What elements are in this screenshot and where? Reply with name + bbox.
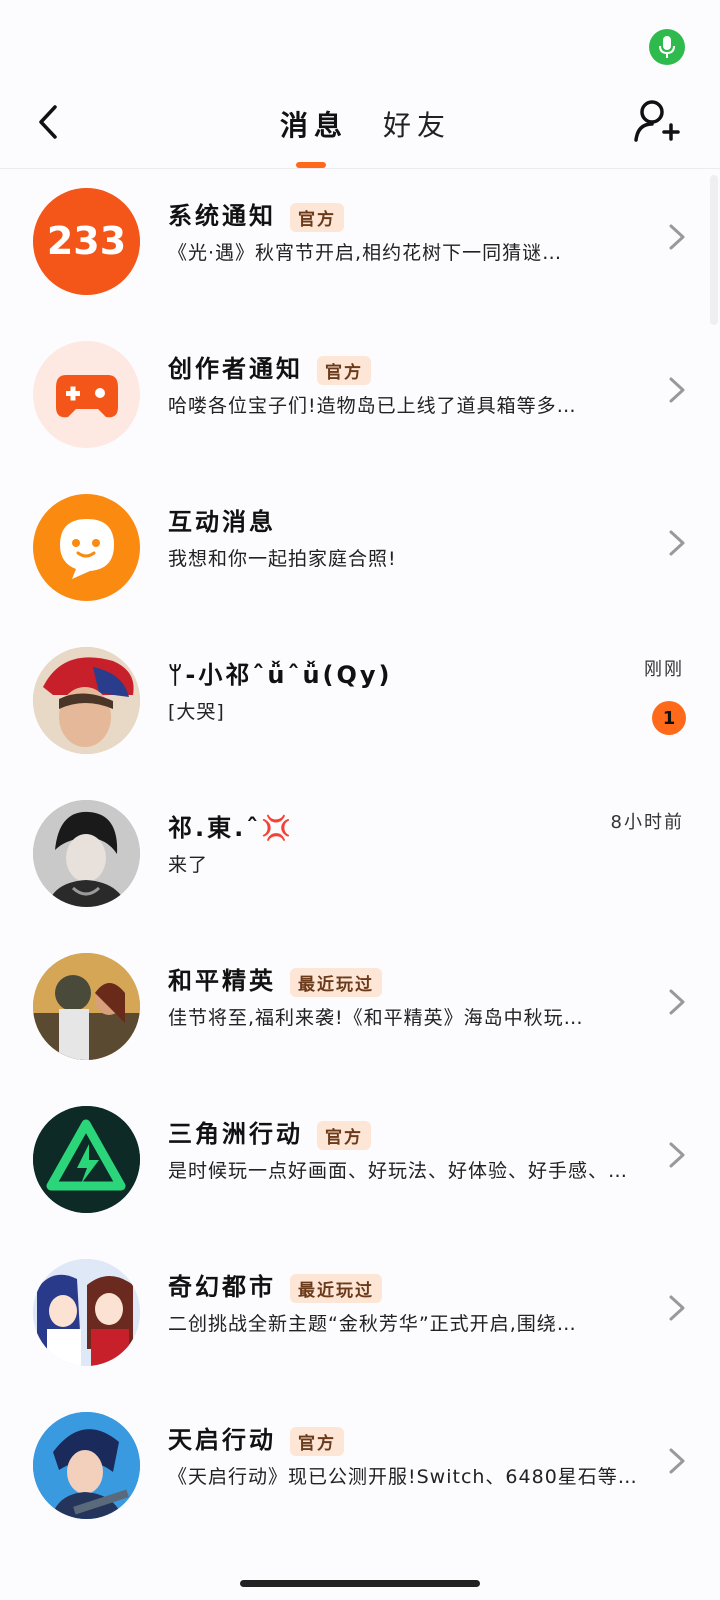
tab-friends[interactable]: 好友 <box>383 104 451 144</box>
sender-name: 创作者通知 官方 <box>168 349 371 385</box>
sender-name: 奇幻都市 最近玩过 <box>168 1267 382 1303</box>
status-badge: 最近玩过 <box>290 1273 382 1303</box>
sender-name: 和平精英 最近玩过 <box>168 961 382 997</box>
microphone-icon[interactable] <box>649 29 685 65</box>
233-logo-icon: 233 <box>33 188 140 295</box>
message-time: 刚刚 <box>644 659 684 680</box>
list-item[interactable]: 和平精英 最近玩过 佳节将至,福利来袭!《和平精英》海岛中秋玩… <box>0 943 720 1083</box>
gamepad-icon <box>33 341 140 448</box>
chevron-right-icon <box>669 530 685 556</box>
chevron-right-icon <box>669 1142 685 1168</box>
chat-face-icon <box>33 494 140 601</box>
message-preview: 我想和你一起拍家庭合照! <box>168 548 397 570</box>
unread-count-badge: 1 <box>652 701 686 735</box>
sender-name: 系统通知 官方 <box>168 196 344 232</box>
message-preview: 佳节将至,福利来袭!《和平精英》海岛中秋玩… <box>168 1007 584 1029</box>
status-badge: 官方 <box>290 1426 344 1456</box>
chevron-right-icon <box>669 224 685 250</box>
message-preview: 二创挑战全新主题“金秋芳华”正式开启,围绕… <box>168 1313 577 1335</box>
chevron-right-icon <box>669 1448 685 1474</box>
list-item[interactable]: 233 系统通知 官方 《光·遇》秋宵节开启,相约花树下一同猜谜… <box>0 178 720 318</box>
list-item[interactable]: 奇幻都市 最近玩过 二创挑战全新主题“金秋芳华”正式开启,围绕… <box>0 1249 720 1389</box>
chevron-right-icon <box>669 377 685 403</box>
list-item[interactable]: 创作者通知 官方 哈喽各位宝子们!造物岛已上线了道具箱等多… <box>0 331 720 471</box>
status-badge: 最近玩过 <box>290 967 382 997</box>
sender-name: 天启行动 官方 <box>168 1420 344 1456</box>
message-preview: 《光·遇》秋宵节开启,相约花树下一同猜谜… <box>168 242 563 264</box>
message-preview: 《天启行动》现已公测开服!Switch、6480星石等… <box>168 1466 638 1488</box>
header: 消息 好友 <box>0 90 720 170</box>
add-user-icon <box>634 100 680 142</box>
list-item[interactable]: ᛘ-小祁ˆǚˆǚ(Qy) 刚刚 [大哭] 1 <box>0 637 720 777</box>
message-preview: 来了 <box>168 854 209 876</box>
delta-logo-icon <box>33 1106 140 1213</box>
user-avatar <box>33 647 140 754</box>
list-item[interactable]: 天启行动 官方 《天启行动》现已公测开服!Switch、6480星石等… <box>0 1402 720 1542</box>
message-preview: 哈喽各位宝子们!造物岛已上线了道具箱等多… <box>168 395 577 417</box>
svg-text:233: 233 <box>47 219 126 263</box>
tab-messages[interactable]: 消息 <box>280 104 348 144</box>
status-badge: 官方 <box>290 202 344 232</box>
game-avatar <box>33 1259 140 1366</box>
header-divider <box>0 168 720 169</box>
message-time: 8小时前 <box>610 812 684 833</box>
back-button[interactable] <box>28 100 68 144</box>
add-friend-button[interactable] <box>632 96 682 146</box>
list-item[interactable]: 三角洲行动 官方 是时候玩一点好画面、好玩法、好体验、好手感、… <box>0 1096 720 1236</box>
list-item[interactable]: 祁.東.ˆ💢 8小时前 来了 <box>0 790 720 930</box>
game-avatar <box>33 1412 140 1519</box>
sender-name: 祁.東.ˆ💢 <box>168 814 295 842</box>
sender-name: ᛘ-小祁ˆǚˆǚ(Qy) <box>168 661 393 689</box>
back-arrow-icon <box>39 105 57 139</box>
message-preview: [大哭] <box>168 701 225 723</box>
sender-name: 三角洲行动 官方 <box>168 1114 371 1150</box>
game-avatar <box>33 953 140 1060</box>
chevron-right-icon <box>669 1295 685 1321</box>
home-indicator[interactable] <box>240 1580 480 1587</box>
sender-name: 互动消息 <box>168 508 276 536</box>
chevron-right-icon <box>669 989 685 1015</box>
status-badge: 官方 <box>317 355 371 385</box>
list-item[interactable]: 互动消息 我想和你一起拍家庭合照! <box>0 484 720 624</box>
status-badge: 官方 <box>317 1120 371 1150</box>
user-avatar <box>33 800 140 907</box>
message-preview: 是时候玩一点好画面、好玩法、好体验、好手感、… <box>168 1160 629 1182</box>
